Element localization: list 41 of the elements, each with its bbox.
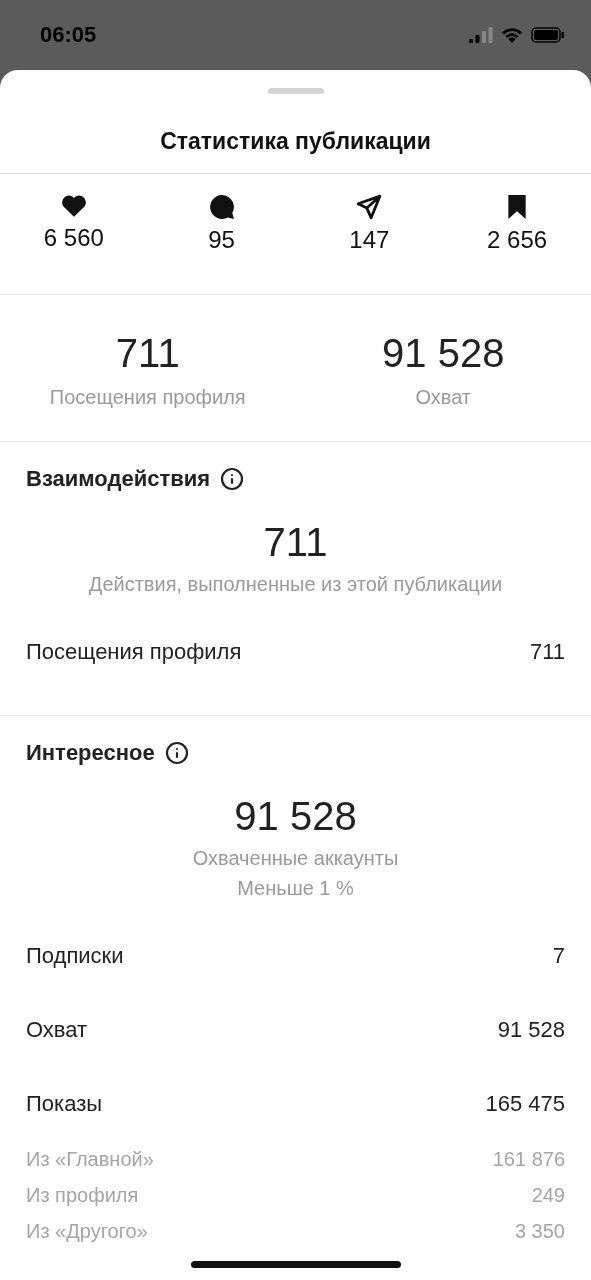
metric-label: Охват [415, 386, 472, 409]
section-title: Интересное [26, 740, 155, 766]
row-label: Из профиля [26, 1183, 139, 1207]
info-icon[interactable] [164, 741, 189, 765]
stat-count: 2 656 [487, 226, 548, 254]
total-caption: Охваченные аккаунты [192, 847, 399, 869]
row-value: 711 [529, 639, 565, 665]
section-title: Взаимодействия [26, 466, 211, 492]
info-icon[interactable] [220, 467, 245, 491]
row-label: Подписки [26, 943, 124, 969]
paper-plane-icon [356, 194, 383, 220]
heart-icon [60, 194, 87, 218]
total-caption: Действия, выполненные из этой публикации [88, 573, 503, 595]
row-label: Посещения профиля [26, 639, 242, 665]
metric-value: 91 528 [382, 331, 505, 376]
metric-label: Посещения профиля [49, 386, 246, 409]
drag-handle[interactable] [267, 88, 324, 94]
stat-count: 95 [208, 226, 235, 254]
signal-icon [469, 27, 493, 43]
row-value: 3 350 [514, 1219, 565, 1243]
row-label: Показы [26, 1091, 103, 1117]
section-total: 91 528 [234, 794, 357, 839]
section-total: 711 [263, 520, 328, 565]
stat-count: 147 [349, 226, 390, 254]
stat-count: 6 560 [43, 224, 104, 252]
speech-bubble-icon [208, 194, 235, 220]
row-label: Из «Другого» [26, 1219, 148, 1243]
row-label: Охват [26, 1017, 88, 1043]
bookmark-icon [506, 194, 529, 220]
total-caption: Меньше 1 % [237, 877, 354, 899]
status-time: 06:05 [40, 22, 97, 48]
row-value: 249 [531, 1183, 565, 1207]
row-label: Из «Главной» [26, 1147, 154, 1171]
row-value: 165 475 [485, 1091, 565, 1117]
row-value: 7 [552, 943, 565, 969]
battery-icon [531, 27, 565, 43]
metric-value: 711 [115, 331, 180, 376]
sheet-title: Статистика публикации [0, 94, 591, 174]
wifi-icon [501, 27, 523, 43]
row-value: 161 876 [492, 1147, 565, 1171]
row-value: 91 528 [497, 1017, 565, 1043]
